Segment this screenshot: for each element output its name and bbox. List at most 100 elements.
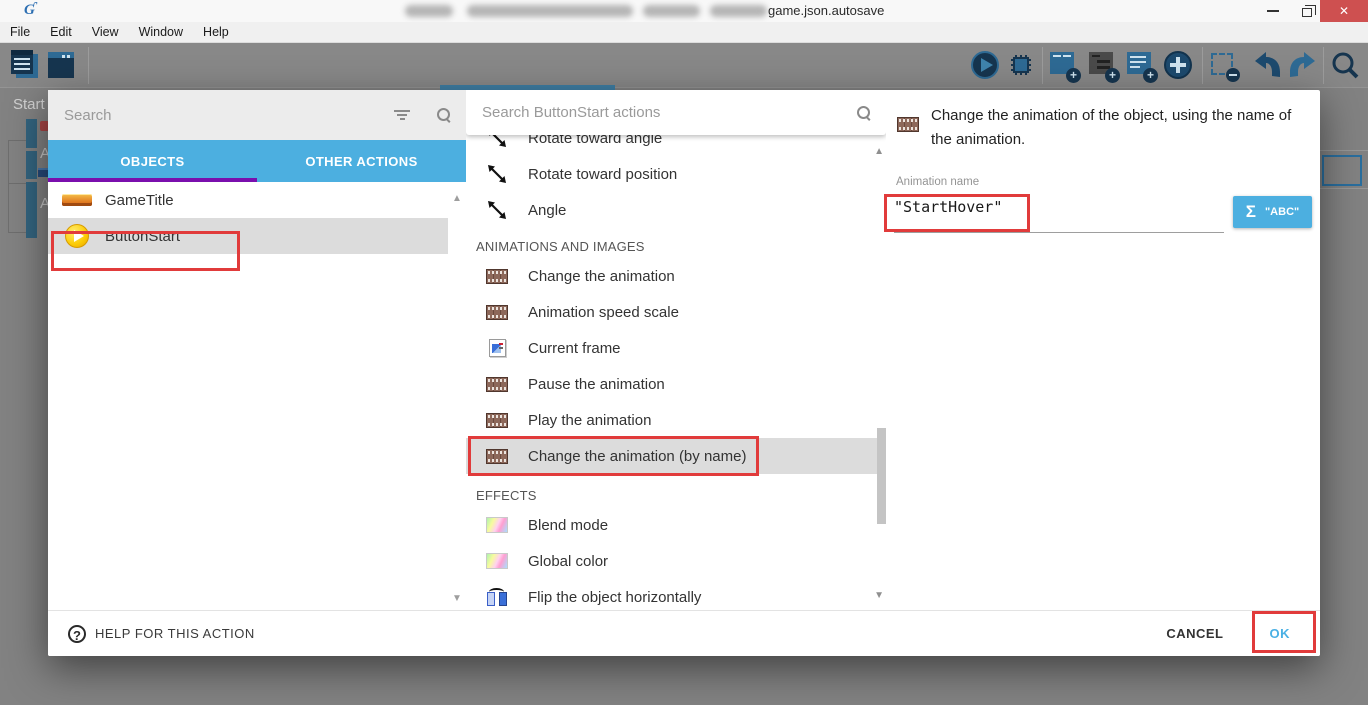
tab-objects[interactable]: OBJECTS bbox=[48, 140, 257, 182]
frame-icon bbox=[466, 339, 528, 357]
action-row[interactable]: Angle bbox=[466, 192, 878, 228]
animation-name-input[interactable] bbox=[894, 198, 1224, 216]
toolbar-separator bbox=[1202, 47, 1203, 84]
actions-search-bar bbox=[466, 90, 886, 135]
redacted-title-text bbox=[467, 5, 633, 17]
sigma-icon: Σ bbox=[1246, 202, 1256, 222]
close-button[interactable]: ✕ bbox=[1320, 0, 1368, 22]
abc-label: "ABC" bbox=[1265, 206, 1299, 218]
play-icon[interactable] bbox=[970, 50, 1000, 80]
action-list: Rotate toward angle Rotate toward positi… bbox=[466, 120, 878, 610]
action-row[interactable]: Flip the object horizontally bbox=[466, 579, 878, 610]
undo-icon[interactable] bbox=[1252, 50, 1282, 80]
objects-search-input[interactable] bbox=[48, 107, 394, 124]
event-row-bar bbox=[26, 119, 37, 148]
debug-icon[interactable] bbox=[1006, 50, 1036, 80]
object-name: ButtonStart bbox=[105, 228, 180, 245]
toolbar: + + + bbox=[0, 43, 1368, 88]
action-section-header: ANIMATIONS AND IMAGES bbox=[466, 228, 878, 258]
action-label: Pause the animation bbox=[528, 376, 665, 393]
scrollbar-thumb[interactable] bbox=[877, 428, 886, 524]
tab-other-actions[interactable]: OTHER ACTIONS bbox=[257, 140, 466, 182]
action-section-header: EFFECTS bbox=[466, 474, 878, 507]
action-label: Global color bbox=[528, 553, 608, 570]
add-subevent-icon[interactable]: + bbox=[1087, 50, 1117, 80]
color-icon bbox=[466, 553, 528, 569]
menu-window[interactable]: Window bbox=[129, 22, 193, 42]
action-row[interactable]: Change the animation bbox=[466, 258, 878, 294]
redacted-title-text bbox=[405, 5, 453, 17]
objects-tab-bar: OBJECTS OTHER ACTIONS bbox=[48, 140, 466, 182]
minimize-button[interactable] bbox=[1258, 0, 1288, 22]
action-row-selected[interactable]: Change the animation (by name) bbox=[466, 438, 878, 474]
event-row-divider bbox=[1320, 150, 1368, 151]
selected-event-outline bbox=[1322, 155, 1362, 186]
flip-icon bbox=[466, 588, 528, 606]
diagonal-arrow-icon bbox=[466, 164, 528, 184]
search-icon bbox=[436, 107, 452, 123]
help-label: HELP FOR THIS ACTION bbox=[95, 626, 255, 641]
search-icon[interactable] bbox=[1330, 50, 1360, 80]
redo-icon[interactable] bbox=[1288, 50, 1318, 80]
action-row[interactable]: Rotate toward position bbox=[466, 156, 878, 192]
cancel-button[interactable]: CANCEL bbox=[1166, 626, 1223, 641]
menu-file[interactable]: File bbox=[0, 22, 40, 42]
toolbar-separator bbox=[1323, 47, 1324, 84]
menu-bar: File Edit View Window Help bbox=[0, 22, 1368, 43]
window-title: game.json.autosave bbox=[768, 3, 884, 18]
menu-help[interactable]: Help bbox=[193, 22, 239, 42]
action-label: Blend mode bbox=[528, 517, 608, 534]
event-bracket-line bbox=[8, 232, 26, 233]
action-row[interactable]: Current frame bbox=[466, 330, 878, 366]
object-row-gametitle[interactable]: GameTitle bbox=[48, 182, 448, 218]
menu-edit[interactable]: Edit bbox=[40, 22, 82, 42]
diagonal-arrow-icon bbox=[466, 200, 528, 220]
action-label: Angle bbox=[528, 202, 566, 219]
project-manager-icon[interactable] bbox=[10, 50, 40, 80]
scene-window-icon[interactable] bbox=[46, 50, 76, 80]
search-icon bbox=[856, 105, 872, 121]
film-icon bbox=[466, 413, 528, 428]
add-event-icon[interactable]: + bbox=[1048, 50, 1078, 80]
expression-editor-button[interactable]: Σ "ABC" bbox=[1233, 196, 1312, 228]
actions-panel: Rotate toward angle Rotate toward positi… bbox=[466, 90, 886, 610]
scrollbar-down-arrow[interactable]: ▼ bbox=[874, 590, 884, 601]
buttonstart-thumbnail bbox=[48, 224, 105, 248]
scrollbar-down-arrow[interactable]: ▼ bbox=[452, 593, 462, 604]
action-label: Rotate toward position bbox=[528, 166, 677, 183]
restore-button[interactable] bbox=[1292, 0, 1322, 22]
event-bracket-line bbox=[8, 140, 9, 232]
remove-selection-icon[interactable] bbox=[1208, 50, 1238, 80]
scrollbar-up-arrow[interactable]: ▲ bbox=[452, 193, 462, 204]
instruction-editor-dialog: OBJECTS OTHER ACTIONS GameTitle ButtonSt… bbox=[48, 90, 1320, 656]
scrollbar-up-arrow[interactable]: ▲ bbox=[874, 146, 884, 157]
ok-button[interactable]: OK bbox=[1270, 626, 1291, 641]
action-description: Change the animation of the object, usin… bbox=[931, 104, 1303, 152]
question-mark-icon: ? bbox=[68, 625, 86, 643]
redacted-title-text bbox=[710, 5, 767, 17]
event-bracket-line bbox=[8, 183, 26, 184]
action-row[interactable]: Blend mode bbox=[466, 507, 878, 543]
menu-view[interactable]: View bbox=[82, 22, 129, 42]
event-row-divider bbox=[1320, 188, 1368, 189]
add-comment-icon[interactable]: + bbox=[1125, 50, 1155, 80]
action-row[interactable]: Play the animation bbox=[466, 402, 878, 438]
action-row[interactable]: Animation speed scale bbox=[466, 294, 878, 330]
actions-search-input[interactable] bbox=[466, 104, 856, 121]
action-label: Animation speed scale bbox=[528, 304, 679, 321]
object-list: GameTitle ButtonStart bbox=[48, 182, 448, 254]
toolbar-separator bbox=[88, 47, 89, 84]
object-row-buttonstart[interactable]: ButtonStart bbox=[48, 218, 448, 254]
animation-name-label: Animation name bbox=[896, 176, 979, 188]
action-label: Change the animation bbox=[528, 268, 675, 285]
action-row[interactable]: Pause the animation bbox=[466, 366, 878, 402]
action-row[interactable]: Global color bbox=[466, 543, 878, 579]
scene-tab[interactable]: Start P bbox=[13, 96, 47, 113]
action-label: Play the animation bbox=[528, 412, 651, 429]
add-icon[interactable] bbox=[1163, 50, 1193, 80]
help-button[interactable]: ? HELP FOR THIS ACTION bbox=[68, 625, 255, 643]
filter-icon[interactable] bbox=[394, 108, 410, 122]
action-label: Current frame bbox=[528, 340, 621, 357]
gdevelop-logo-icon: Ɠ bbox=[24, 2, 42, 20]
gametitle-thumbnail bbox=[48, 194, 105, 206]
